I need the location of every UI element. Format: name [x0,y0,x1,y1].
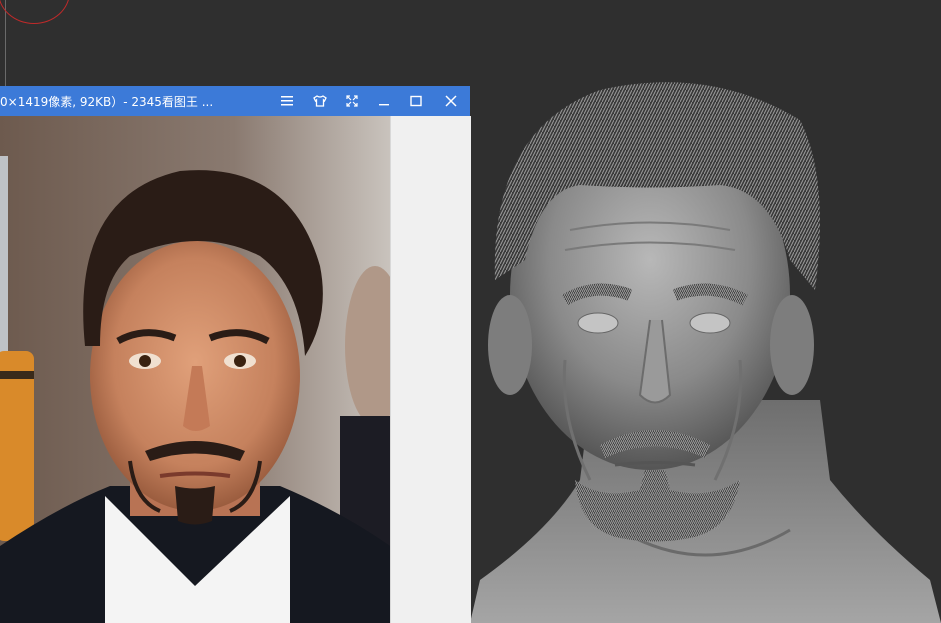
sculpt-head-model[interactable] [470,60,941,623]
close-button[interactable] [440,90,462,112]
close-icon [445,95,457,107]
fullscreen-button[interactable] [341,90,363,112]
menu-button[interactable] [276,90,298,112]
menu-icon [281,96,293,106]
shirt-icon [313,95,327,107]
viewer-titlebar[interactable]: 0×1419像素, 92KB）- 2345看图王 ... [0,86,470,116]
viewer-title: 0×1419像素, 92KB）- 2345看图王 ... [0,95,214,109]
image-viewer-window: 0×1419像素, 92KB）- 2345看图王 ... [0,86,471,623]
minimize-icon [379,104,389,106]
viewer-empty-area [390,116,471,623]
maximize-icon [410,95,422,107]
minimize-button[interactable] [373,90,395,112]
reference-photo [0,116,390,623]
expand-icon [346,95,358,107]
skin-button[interactable] [309,90,331,112]
maximize-button[interactable] [405,90,427,112]
